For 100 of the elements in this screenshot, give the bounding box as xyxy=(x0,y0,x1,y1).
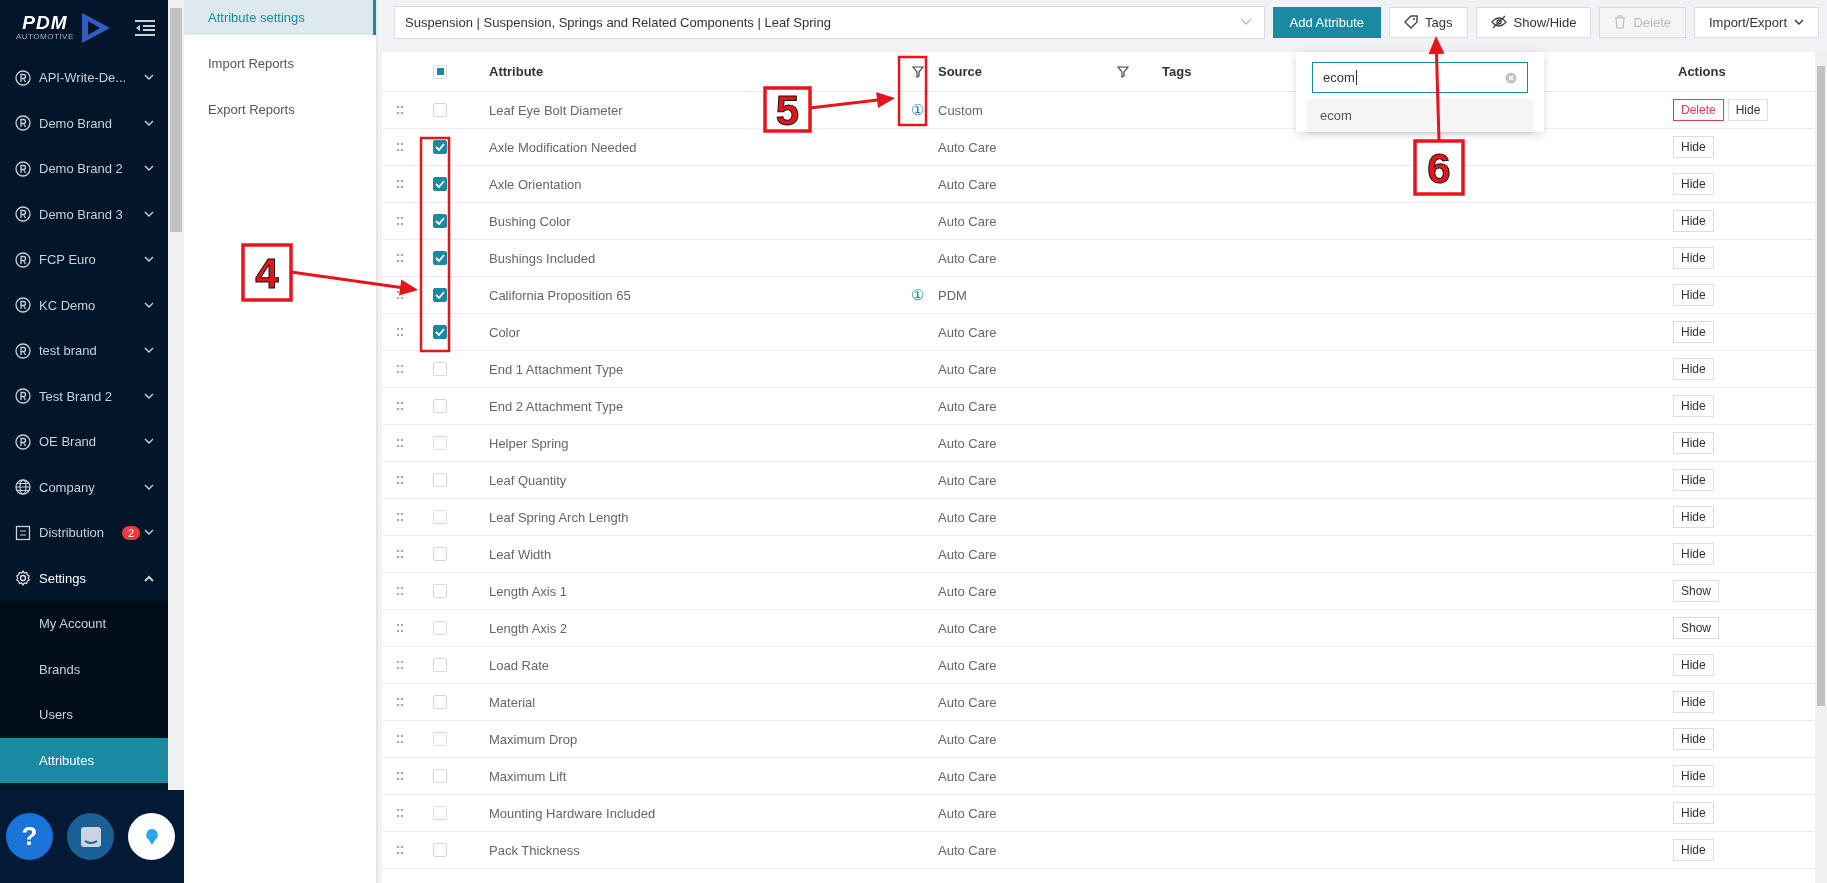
attribute-cell-text: Leaf Quantity xyxy=(488,472,567,488)
drag-handle-icon[interactable] xyxy=(397,586,403,596)
drag-handle-icon[interactable] xyxy=(397,179,403,189)
drag-handle-icon[interactable] xyxy=(397,771,403,781)
showhide-button[interactable]: Show/Hide xyxy=(1475,6,1592,38)
drag-handle-icon[interactable] xyxy=(397,697,403,707)
column-header: Tags xyxy=(1161,64,1192,79)
row-action-button[interactable]: Hide xyxy=(1673,173,1714,195)
chevron-down-icon xyxy=(1794,18,1804,26)
row-action-button[interactable]: Hide xyxy=(1673,543,1714,565)
sidebar-item[interactable]: OE Brand xyxy=(0,419,168,465)
registered-icon xyxy=(15,69,31,86)
row-checkbox[interactable] xyxy=(433,214,447,228)
category-select[interactable]: Suspension | Suspension, Springs and Related Components | Leaf Spring xyxy=(394,5,1265,39)
registered-icon xyxy=(15,160,31,177)
drag-handle-icon[interactable] xyxy=(397,142,403,152)
subnav-item[interactable]: Import Reports xyxy=(184,40,376,86)
sidebar-item[interactable]: API-Write-De... xyxy=(0,55,168,101)
drag-handle-icon[interactable] xyxy=(397,253,403,263)
drag-handle-icon[interactable] xyxy=(397,216,403,226)
logo-wordmark: PDM xyxy=(22,14,68,32)
row-action-button[interactable]: Hide xyxy=(1673,469,1714,491)
menu-collapse-icon[interactable] xyxy=(134,18,156,37)
attribute-cell-text: Maximum Lift xyxy=(488,768,567,784)
sidebar-subitem[interactable]: Users xyxy=(0,692,168,738)
sidebar-subitem[interactable]: Attributes xyxy=(0,737,168,783)
source-cell-text: Auto Care xyxy=(937,361,997,377)
clear-icon[interactable] xyxy=(1505,71,1517,84)
select-all-checkbox[interactable] xyxy=(433,64,447,79)
drag-handle-icon[interactable] xyxy=(397,475,403,485)
attribute-cell-text: Material xyxy=(488,694,536,710)
row-action-button[interactable]: Hide xyxy=(1673,210,1714,232)
play-triangle-logo-icon xyxy=(79,10,112,45)
row-action-button[interactable]: Hide xyxy=(1673,284,1714,306)
source-cell-text: Auto Care xyxy=(937,583,997,599)
attribute-cell-text: Bushings Included xyxy=(488,250,596,266)
scrollbar[interactable] xyxy=(168,0,184,790)
drag-handle-icon[interactable] xyxy=(397,549,403,559)
row-checkbox[interactable] xyxy=(433,140,447,154)
help-button[interactable]: ? xyxy=(6,813,53,860)
drag-handle-icon[interactable] xyxy=(397,512,403,522)
sidebar-item[interactable]: KC Demo xyxy=(0,282,168,328)
drag-handle-icon[interactable] xyxy=(397,401,403,411)
row-action-button[interactable]: Hide xyxy=(1673,247,1714,269)
row-action-button[interactable]: Hide xyxy=(1673,765,1714,787)
sidebar-subitem[interactable]: Brands xyxy=(0,646,168,692)
row-action-button[interactable]: Show xyxy=(1673,617,1720,639)
drag-handle-icon[interactable] xyxy=(397,623,403,633)
attribute-cell-text: Length Axis 1 xyxy=(488,583,568,599)
drag-handle-icon[interactable] xyxy=(397,660,403,670)
drag-handle-icon[interactable] xyxy=(397,808,403,818)
tag-search-field[interactable]: ecom xyxy=(1312,62,1528,93)
row-action-button[interactable]: Hide xyxy=(1673,839,1714,861)
sidebar-subitem[interactable]: My Account xyxy=(0,601,168,647)
sidebar-item[interactable]: Distribution 2 xyxy=(0,510,168,556)
sidebar-item[interactable]: Demo Brand xyxy=(0,100,168,146)
tags-button[interactable]: Tags xyxy=(1389,6,1468,38)
sidebar-item[interactable]: Settings xyxy=(0,555,168,601)
row-action-button[interactable]: Hide xyxy=(1673,654,1714,676)
registered-icon xyxy=(15,206,31,223)
row-action-button[interactable]: Hide xyxy=(1673,358,1714,380)
filter-icon[interactable] xyxy=(1116,65,1129,78)
row-checkbox[interactable] xyxy=(433,325,447,339)
scrollbar[interactable] xyxy=(1815,52,1827,883)
dropdown-option[interactable]: ecom xyxy=(1308,99,1532,132)
attribute-cell-text: Leaf Eye Bolt Diameter xyxy=(488,102,623,118)
drag-handle-icon[interactable] xyxy=(397,845,403,855)
subnav-item[interactable]: Export Reports xyxy=(184,86,376,132)
chat-button[interactable] xyxy=(67,813,114,860)
row-checkbox[interactable] xyxy=(433,288,447,302)
sidebar-item[interactable]: Demo Brand 3 xyxy=(0,191,168,237)
filter-icon[interactable] xyxy=(911,65,924,78)
row-action-button[interactable]: Hide xyxy=(1673,321,1714,343)
sidebar-item[interactable]: Demo Brand 2 xyxy=(0,146,168,192)
row-action-button[interactable]: Hide xyxy=(1673,691,1714,713)
sidebar-item[interactable]: Company xyxy=(0,464,168,510)
registered-icon xyxy=(15,388,31,405)
add-attribute-button[interactable]: Add Attribute xyxy=(1272,6,1382,38)
row-action-button[interactable]: Hide xyxy=(1673,506,1714,528)
row-action-button[interactable]: Hide xyxy=(1673,728,1714,750)
sidebar-item[interactable]: Test Brand 2 xyxy=(0,373,168,419)
row-action-button[interactable]: Hide xyxy=(1673,802,1714,824)
drag-handle-icon[interactable] xyxy=(397,438,403,448)
row-action-button[interactable]: Hide xyxy=(1673,395,1714,417)
row-checkbox[interactable] xyxy=(433,177,447,191)
drag-handle-icon[interactable] xyxy=(397,105,403,115)
drag-handle-icon[interactable] xyxy=(397,364,403,374)
drag-handle-icon[interactable] xyxy=(397,290,403,300)
drag-handle-icon[interactable] xyxy=(397,734,403,744)
row-action-button[interactable]: Hide xyxy=(1673,136,1714,158)
dropdown-button[interactable]: Import/Export xyxy=(1693,6,1819,38)
row-action-button[interactable]: Hide xyxy=(1727,99,1769,121)
row-action-button[interactable]: Show xyxy=(1673,580,1720,602)
drag-handle-icon[interactable] xyxy=(397,327,403,337)
row-checkbox[interactable] xyxy=(433,251,447,265)
row-action-button[interactable]: Hide xyxy=(1673,432,1714,454)
lightbulb-button[interactable] xyxy=(128,813,175,860)
sidebar-item[interactable]: test brand xyxy=(0,328,168,374)
delete-button[interactable]: Delete xyxy=(1673,99,1724,121)
sidebar-item[interactable]: FCP Euro xyxy=(0,237,168,283)
